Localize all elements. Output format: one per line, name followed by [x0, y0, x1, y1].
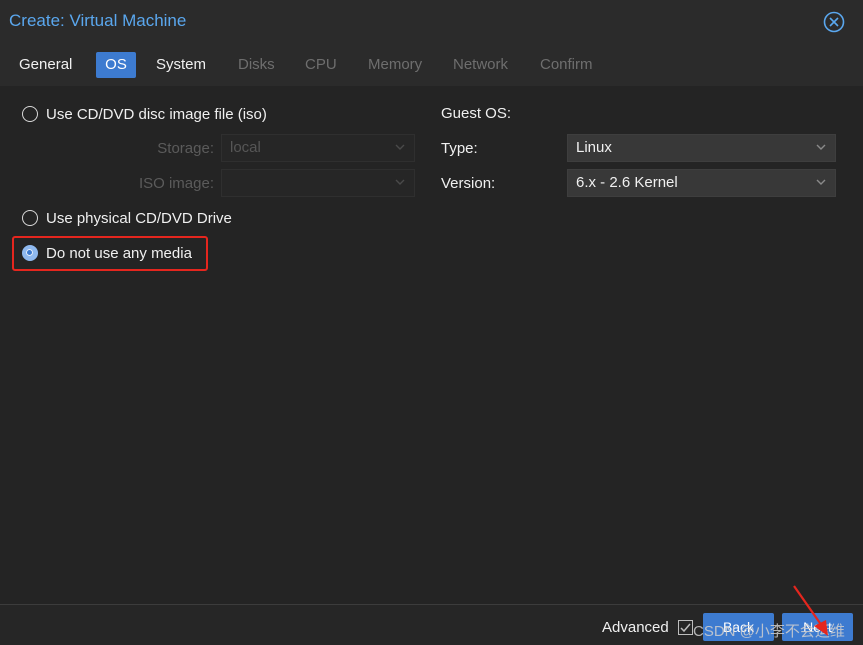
- iso-image-select[interactable]: [221, 169, 415, 197]
- radio-physical-indicator[interactable]: [22, 210, 38, 226]
- radio-iso-label: Use CD/DVD disc image file (iso): [46, 105, 267, 123]
- chevron-down-icon: [395, 179, 405, 185]
- next-button[interactable]: Next: [782, 613, 853, 641]
- wizard-tabs: General OS System Disks CPU Memory Netwo…: [0, 44, 863, 86]
- os-type-select[interactable]: Linux: [567, 134, 836, 162]
- advanced-label: Advanced: [602, 619, 669, 636]
- annotation-highlight-box: [12, 236, 208, 271]
- os-panel: Use CD/DVD disc image file (iso) Storage…: [0, 86, 863, 604]
- radio-use-iso[interactable]: Use CD/DVD disc image file (iso): [22, 103, 267, 125]
- tab-general[interactable]: General: [11, 52, 80, 78]
- tab-confirm[interactable]: Confirm: [532, 52, 601, 78]
- tab-os[interactable]: OS: [96, 52, 136, 78]
- tab-cpu[interactable]: CPU: [297, 52, 345, 78]
- tab-memory[interactable]: Memory: [360, 52, 430, 78]
- dialog-titlebar: Create: Virtual Machine: [0, 0, 863, 44]
- tab-disks[interactable]: Disks: [230, 52, 283, 78]
- chevron-down-icon: [816, 179, 826, 185]
- tab-network[interactable]: Network: [445, 52, 516, 78]
- close-button[interactable]: [823, 11, 845, 33]
- storage-select[interactable]: local: [221, 134, 415, 162]
- radio-physical-label: Use physical CD/DVD Drive: [46, 209, 232, 227]
- os-type-label: Type:: [441, 140, 478, 157]
- close-icon: [823, 11, 845, 33]
- create-vm-dialog: Create: Virtual Machine General OS Syste…: [0, 0, 863, 645]
- dialog-title: Create: Virtual Machine: [9, 11, 187, 30]
- storage-label: Storage:: [157, 140, 214, 157]
- guest-os-heading: Guest OS:: [441, 105, 512, 122]
- iso-image-label: ISO image:: [138, 175, 214, 192]
- dialog-footer: Advanced Back Next CSDN @小李不会运维: [0, 604, 863, 645]
- back-button[interactable]: Back: [703, 613, 774, 641]
- tab-system[interactable]: System: [148, 52, 214, 78]
- radio-use-physical[interactable]: Use physical CD/DVD Drive: [22, 207, 232, 229]
- storage-value: local: [230, 139, 261, 156]
- checkmark-icon: [680, 623, 691, 633]
- os-version-select[interactable]: 6.x - 2.6 Kernel: [567, 169, 836, 197]
- os-version-label: Version:: [441, 175, 496, 192]
- os-version-value: 6.x - 2.6 Kernel: [576, 174, 678, 191]
- chevron-down-icon: [816, 144, 826, 150]
- os-type-value: Linux: [576, 139, 612, 156]
- radio-iso-indicator[interactable]: [22, 106, 38, 122]
- chevron-down-icon: [395, 144, 405, 150]
- advanced-checkbox[interactable]: [678, 620, 693, 635]
